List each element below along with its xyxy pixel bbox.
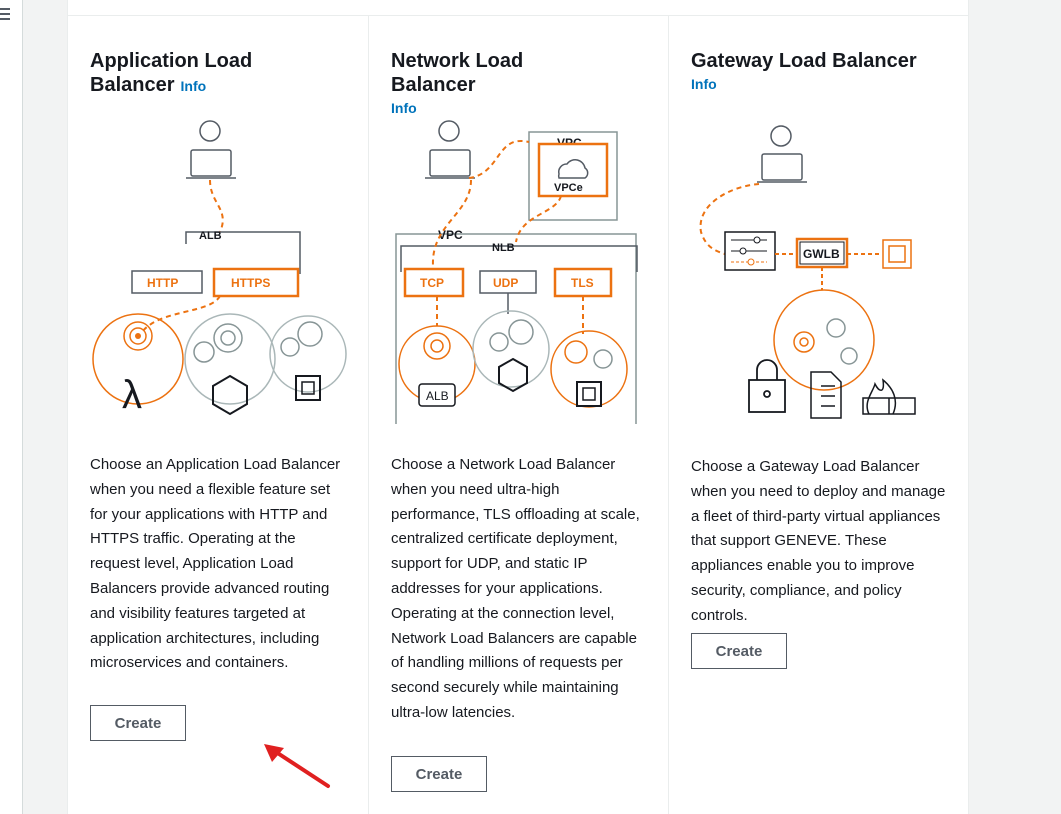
ec2-target-icon xyxy=(269,315,347,401)
alb-label: ALB xyxy=(199,230,222,242)
card-gateway-load-balancer: Gateway Load Balancer Info GWLB Choose a… xyxy=(668,16,968,814)
menu-icon[interactable] xyxy=(0,8,10,20)
svg-text:NLB: NLB xyxy=(492,242,515,254)
info-link[interactable]: Info xyxy=(691,75,951,93)
svg-text:λ: λ xyxy=(122,373,142,417)
card-title: Gateway Load Balancer Info xyxy=(691,49,951,93)
svg-text:UDP: UDP xyxy=(493,276,518,290)
card-title-text: Application Load Balancer xyxy=(90,50,253,96)
create-network-load-balancer-button[interactable]: Create xyxy=(391,756,487,792)
card-application-load-balancer: Application Load Balancer Info ALB HTTP H… xyxy=(68,16,368,814)
user-icon xyxy=(186,120,236,179)
checklist-icon xyxy=(810,371,842,419)
card-title-text: Network Load Balancer xyxy=(391,50,524,96)
svg-text:VPC: VPC xyxy=(438,228,463,242)
container-target-icon xyxy=(184,313,276,416)
create-application-load-balancer-button[interactable]: Create xyxy=(90,705,186,741)
firewall-icon xyxy=(862,378,916,415)
card-title: Application Load Balancer Info xyxy=(90,49,290,98)
svg-text:TLS: TLS xyxy=(571,276,594,290)
side-navigation-rail xyxy=(0,0,23,814)
user-icon xyxy=(757,125,807,183)
https-label: HTTPS xyxy=(231,276,270,290)
create-gateway-load-balancer-button[interactable]: Create xyxy=(691,633,787,669)
load-balancer-type-panel: Application Load Balancer Info ALB HTTP H… xyxy=(67,0,969,814)
svg-text:ALB: ALB xyxy=(426,389,449,403)
http-label: HTTP xyxy=(147,276,178,290)
card-network-load-balancer: Network Load Balancer Info VPC VPCe VPC … xyxy=(368,16,668,814)
info-link[interactable]: Info xyxy=(181,78,207,94)
card-title-text: Gateway Load Balancer xyxy=(691,50,917,72)
card-description: Choose a Gateway Load Balancer when you … xyxy=(691,458,946,624)
annotation-arrow xyxy=(264,744,330,788)
alb-diagram: ALB HTTP HTTPS λ xyxy=(92,120,347,417)
chip-icon xyxy=(882,239,912,269)
lock-icon xyxy=(748,359,786,413)
appliance-fleet-circle xyxy=(773,289,875,391)
lambda-target-icon: λ xyxy=(92,313,184,417)
card-description: Choose a Network Load Balancer when you … xyxy=(391,456,640,721)
ec2-target-icon xyxy=(550,330,628,408)
user-icon xyxy=(425,120,475,179)
svg-text:TCP: TCP xyxy=(420,276,444,290)
nlb-diagram: VPC VPCe VPC NLB TCP UDP TLS xyxy=(395,120,638,424)
appliance-settings-icon xyxy=(724,231,776,271)
svg-text:GWLB: GWLB xyxy=(803,247,840,261)
svg-text:VPCe: VPCe xyxy=(554,182,583,194)
card-title: Network Load Balancer Info xyxy=(391,49,591,117)
card-description: Choose an Application Load Balancer when… xyxy=(90,456,341,672)
gwlb-diagram: GWLB xyxy=(699,125,916,419)
container-target-icon xyxy=(472,310,550,393)
alb-target-icon: ALB xyxy=(398,325,476,407)
